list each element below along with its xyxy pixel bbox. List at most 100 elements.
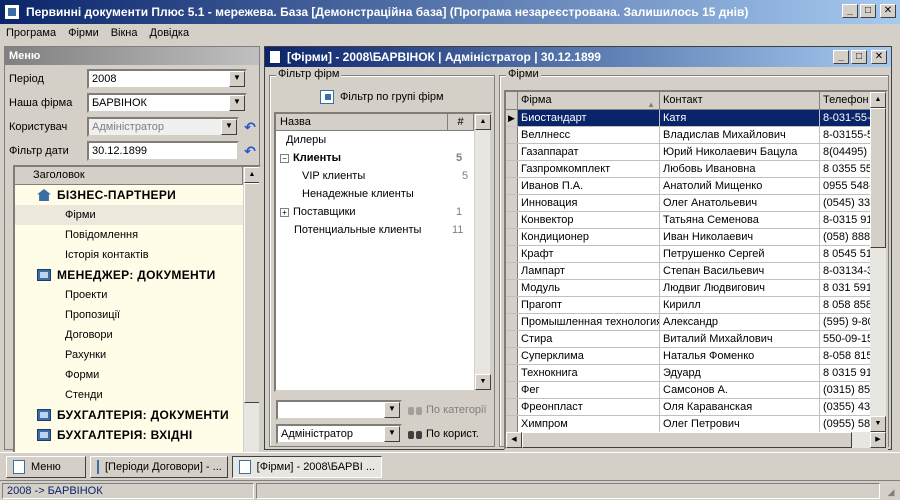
collapse-icon[interactable]: − bbox=[280, 153, 289, 163]
table-row[interactable]: Прагопт Кирилл 8 058 858- bbox=[506, 297, 886, 314]
filter-by-category-button[interactable]: По категорії bbox=[408, 400, 492, 420]
nav-column-header[interactable]: Заголовок bbox=[15, 167, 243, 185]
task-menu[interactable]: Меню bbox=[6, 455, 86, 478]
scroll-thumb[interactable] bbox=[870, 108, 886, 248]
period-combo[interactable]: 2008 ▼ bbox=[87, 69, 247, 89]
chevron-down-icon[interactable]: ▼ bbox=[229, 95, 245, 111]
category-combo[interactable]: ▼ bbox=[276, 400, 402, 420]
table-row[interactable]: ▶ Биостандарт Катя 8-031-55-5 bbox=[506, 110, 886, 127]
nav-item-projects[interactable]: Проекти bbox=[15, 285, 243, 305]
firm-combo[interactable]: БАРВІНОК ▼ bbox=[87, 93, 247, 113]
tree-scrollbar[interactable]: ▲ ▼ bbox=[474, 114, 491, 390]
table-row[interactable]: КонвекторТатьяна Семенова8-0315 9198 bbox=[506, 212, 886, 229]
table-row[interactable]: Промышленная технология Александр (595) 9-… bbox=[506, 314, 886, 331]
nav-scrollbar[interactable]: ▲ ▼ bbox=[243, 167, 259, 493]
document-icon bbox=[239, 459, 251, 474]
close-button[interactable]: ✕ bbox=[880, 4, 896, 18]
chevron-down-icon[interactable]: ▼ bbox=[384, 402, 400, 418]
chevron-down-icon[interactable]: ▼ bbox=[384, 426, 400, 442]
table-row[interactable]: Иванов П.А. Анатолий Мищенко 0955 548-1 bbox=[506, 178, 886, 195]
menu-firms[interactable]: Фірми bbox=[68, 27, 99, 39]
table-row[interactable]: Модуль Людвиг Людвигович 8 031 591- bbox=[506, 280, 886, 297]
nav-item-stands[interactable]: Стенди bbox=[15, 385, 243, 405]
scroll-up-button[interactable]: ▲ bbox=[475, 114, 491, 130]
table-row[interactable]: Кондиционер Иван Николаевич (058) 888-0 bbox=[506, 229, 886, 246]
expand-icon[interactable]: + bbox=[280, 207, 289, 217]
scroll-up-button[interactable]: ▲ bbox=[244, 167, 259, 183]
window-taskbar: Меню [Періоди Договори] - ... [Фірми] - … bbox=[0, 452, 900, 480]
refresh-icon[interactable]: ↶ bbox=[243, 143, 257, 159]
table-row[interactable]: Фреонпласт Оля Караванская (0355) 43-4 bbox=[506, 399, 886, 416]
scroll-thumb[interactable] bbox=[522, 432, 852, 448]
filter-by-user-button[interactable]: По корист. bbox=[408, 424, 492, 444]
tree-node-suppliers[interactable]: + Поставщики 1 bbox=[276, 203, 490, 221]
menu-program[interactable]: Програма bbox=[6, 27, 56, 39]
tree-node-vip-clients[interactable]: VIP клиенты 5 bbox=[276, 167, 490, 185]
tree-node-unreliable-clients[interactable]: Ненадежные клиенты bbox=[276, 185, 490, 203]
tree-node-potential-clients[interactable]: Потенциальные клиенты 11 bbox=[276, 221, 490, 239]
menu-windows[interactable]: Вікна bbox=[111, 27, 138, 39]
nav-item-firms[interactable]: Фірми bbox=[15, 205, 243, 225]
minimize-button[interactable]: _ bbox=[842, 4, 858, 18]
child-maximize-button[interactable]: □ bbox=[851, 50, 867, 64]
house-icon bbox=[37, 189, 51, 201]
nav-item-contracts[interactable]: Договори bbox=[15, 325, 243, 345]
table-row[interactable]: Суперклима Наталья Фоменко 8-058 815- bbox=[506, 348, 886, 365]
grid-vertical-scrollbar[interactable]: ▲ ▼ bbox=[870, 92, 886, 432]
nav-group-accounting-documents[interactable]: БУХГАЛТЕРІЯ: ДОКУМЕНТИ bbox=[15, 405, 243, 425]
nav-item-proposals[interactable]: Пропозиції bbox=[15, 305, 243, 325]
refresh-icon[interactable]: ↶ bbox=[243, 119, 257, 135]
cell-firm: Конвектор bbox=[518, 212, 660, 228]
menu-help[interactable]: Довідка bbox=[150, 27, 190, 39]
table-row[interactable]: Фег Самсонов А. (0315) 85-3 bbox=[506, 382, 886, 399]
table-row[interactable]: Инновация Олег Анатольевич (0545) 33-0 bbox=[506, 195, 886, 212]
date-filter-input[interactable]: 30.12.1899 bbox=[87, 141, 239, 161]
table-row[interactable]: Технокнига Эдуард 8 0315 919 bbox=[506, 365, 886, 382]
tree-col-name[interactable]: Назва bbox=[276, 114, 448, 130]
child-close-button[interactable]: ✕ bbox=[871, 50, 887, 64]
filter-by-group-button[interactable]: Фільтр по групі фірм bbox=[320, 90, 444, 104]
scroll-up-button[interactable]: ▲ bbox=[870, 92, 886, 108]
table-row[interactable]: Химпром Олег Петрович (0955) 58-5 bbox=[506, 416, 886, 433]
col-contact[interactable]: Контакт bbox=[660, 92, 820, 109]
table-row[interactable]: Крафт Петрушенко Сергей 8 0545 519 bbox=[506, 246, 886, 263]
firms-window-title-bar[interactable]: [Фірми] - 2008\БАРВІНОК | Адміністратор … bbox=[265, 47, 891, 67]
table-row[interactable]: Газпромкомплект Любовь Ивановна 8 0355 555 bbox=[506, 161, 886, 178]
nav-group-business-partners[interactable]: БІЗНЕС-ПАРТНЕРИ bbox=[15, 185, 243, 205]
cell-firm: Биостандарт bbox=[518, 110, 660, 126]
nav-group-manager-documents[interactable]: МЕНЕДЖЕР: ДОКУМЕНТИ bbox=[15, 265, 243, 285]
child-minimize-button[interactable]: _ bbox=[833, 50, 849, 64]
scroll-down-button[interactable]: ▼ bbox=[475, 374, 491, 390]
task-firms[interactable]: [Фірми] - 2008\БАРВІ ... bbox=[232, 455, 382, 478]
scroll-down-button[interactable]: ▼ bbox=[870, 416, 886, 432]
cell-contact: Юрий Николаевич Бацула bbox=[660, 144, 820, 160]
maximize-button[interactable]: □ bbox=[860, 4, 876, 18]
table-row[interactable]: Газаппарат Юрий Николаевич Бацула 8(04495)… bbox=[506, 144, 886, 161]
table-row[interactable]: Веллнесс Владислав Михайлович 8-03155-58 bbox=[506, 127, 886, 144]
chevron-down-icon[interactable]: ▼ bbox=[229, 71, 245, 87]
tree-node-dealers[interactable]: Дилеры bbox=[276, 131, 490, 149]
col-firm[interactable]: Фірма ▲ bbox=[518, 92, 660, 109]
menu-panel-caption: Меню bbox=[5, 47, 259, 65]
nav-item-forms[interactable]: Форми bbox=[15, 365, 243, 385]
cell-firm: Модуль bbox=[518, 280, 660, 296]
cell-firm: Газпромкомплект bbox=[518, 161, 660, 177]
nav-group-accounting-incoming[interactable]: БУХГАЛТЕРІЯ: ВХІДНІ bbox=[15, 425, 243, 445]
row-indicator bbox=[506, 246, 518, 262]
scroll-left-button[interactable]: ◀ bbox=[506, 432, 522, 448]
nav-item-invoices[interactable]: Рахунки bbox=[15, 345, 243, 365]
resize-grip-icon[interactable]: ◢ bbox=[884, 485, 898, 499]
grid-horizontal-scrollbar[interactable]: ◀ ▶ bbox=[506, 432, 886, 448]
task-contracts[interactable]: [Періоди Договори] - ... bbox=[90, 455, 228, 478]
filter-user-combo[interactable]: Адміністратор ▼ bbox=[276, 424, 402, 444]
nav-item-messages[interactable]: Повідомлення bbox=[15, 225, 243, 245]
app-title-bar[interactable]: Первинні документи Плюс 5.1 - мережева. … bbox=[0, 0, 900, 24]
tree-col-count[interactable]: # bbox=[448, 114, 474, 130]
tree-node-clients[interactable]: − Клиенты 5 bbox=[276, 149, 490, 167]
table-row[interactable]: Лампарт Степан Васильевич 8-03134-35 bbox=[506, 263, 886, 280]
cell-firm: Газаппарат bbox=[518, 144, 660, 160]
nav-item-contact-history[interactable]: Історія контактів bbox=[15, 245, 243, 265]
scroll-thumb[interactable] bbox=[244, 183, 259, 403]
scroll-right-button[interactable]: ▶ bbox=[870, 432, 886, 448]
table-row[interactable]: Стира Виталий Михайлович 550-09-152 bbox=[506, 331, 886, 348]
